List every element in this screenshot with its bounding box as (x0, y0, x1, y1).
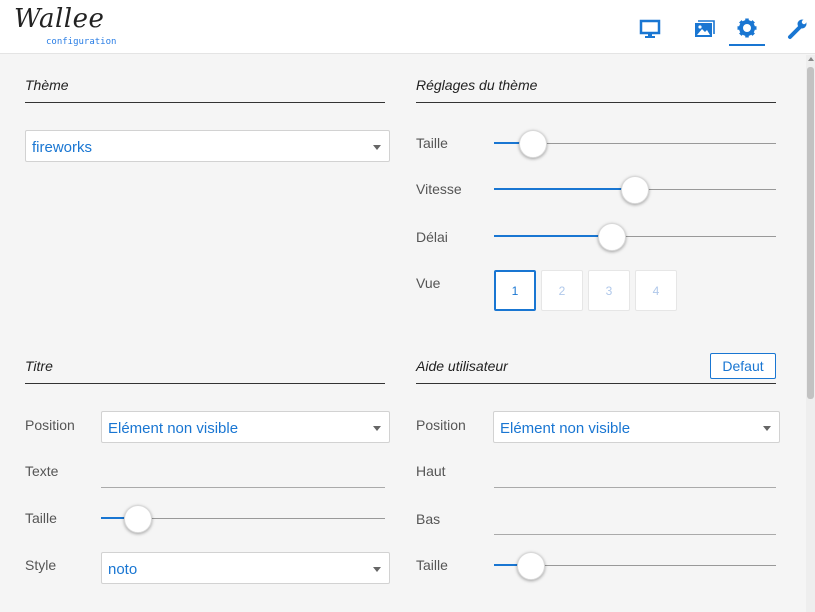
title-section-title: Titre (25, 358, 53, 374)
title-size-slider[interactable] (101, 504, 385, 534)
view-button-label: 4 (652, 283, 660, 298)
title-text-underline (101, 487, 385, 488)
user-help-top-input[interactable] (494, 461, 776, 485)
user-help-size-slider[interactable] (494, 551, 776, 581)
slider-fill (494, 188, 635, 190)
view-button-1[interactable]: 1 (494, 270, 536, 311)
slider-fill (494, 235, 612, 237)
user-help-bottom-input[interactable] (494, 509, 776, 533)
slider-thumb[interactable] (598, 223, 626, 251)
nav-images-button[interactable] (686, 12, 722, 46)
user-help-section-divider (416, 383, 776, 384)
chevron-down-icon (763, 426, 771, 431)
view-button-label: 3 (605, 283, 613, 298)
theme-select[interactable]: fireworks (25, 130, 390, 162)
title-size-label: Taille (25, 510, 57, 526)
user-help-top-label: Haut (416, 463, 446, 479)
theme-delay-label: Délai (416, 229, 448, 245)
nav-display-button[interactable] (632, 12, 668, 46)
theme-view-label: Vue (416, 275, 441, 291)
theme-section-title: Thème (25, 77, 69, 93)
view-button-4[interactable]: 4 (635, 270, 677, 311)
title-position-select[interactable]: Elément non visible (101, 411, 390, 443)
scrollbar-thumb[interactable] (807, 67, 814, 399)
theme-section-divider (25, 102, 385, 103)
theme-delay-slider[interactable] (494, 222, 776, 252)
slider-thumb[interactable] (621, 176, 649, 204)
gear-icon (737, 18, 757, 38)
wrench-icon (788, 19, 807, 39)
app-logo: Wallee (14, 4, 105, 34)
theme-settings-section-divider (416, 102, 776, 103)
title-style-value: noto (108, 561, 138, 578)
slider-thumb[interactable] (124, 505, 152, 533)
chevron-down-icon (373, 567, 381, 572)
view-button-label: 1 (511, 283, 519, 298)
view-button-3[interactable]: 3 (588, 270, 630, 311)
theme-settings-section-title: Réglages du thème (416, 77, 538, 93)
images-icon (695, 20, 715, 37)
app-logo-subtitle: configuration (46, 37, 117, 47)
title-position-label: Position (25, 417, 75, 433)
user-help-bottom-underline (494, 534, 776, 535)
view-button-2[interactable]: 2 (541, 270, 583, 311)
theme-size-slider[interactable] (494, 129, 776, 159)
title-position-value: Elément non visible (108, 420, 239, 437)
theme-speed-slider[interactable] (494, 175, 776, 205)
view-button-label: 2 (558, 283, 566, 298)
user-help-bottom-label: Bas (416, 511, 441, 527)
user-help-top-underline (494, 487, 776, 488)
user-help-size-label: Taille (416, 557, 448, 573)
title-text-input[interactable] (101, 461, 385, 485)
user-help-position-select[interactable]: Elément non visible (493, 411, 780, 443)
nav-settings-button[interactable] (729, 12, 765, 46)
user-help-position-value: Elément non visible (500, 420, 631, 437)
theme-size-label: Taille (416, 135, 448, 151)
scroll-up-icon[interactable] (808, 57, 814, 61)
vertical-scrollbar[interactable] (806, 55, 815, 612)
theme-speed-label: Vitesse (416, 181, 462, 197)
app-header: Wallee configuration (0, 0, 815, 54)
chevron-down-icon (373, 426, 381, 431)
title-section-divider (25, 383, 385, 384)
title-text-label: Texte (25, 463, 59, 479)
theme-select-value: fireworks (32, 139, 93, 156)
slider-thumb[interactable] (517, 552, 545, 580)
user-help-position-label: Position (416, 417, 466, 433)
title-style-label: Style (25, 557, 57, 573)
nav-tools-button[interactable] (782, 12, 812, 46)
monitor-icon (639, 19, 661, 38)
slider-thumb[interactable] (519, 130, 547, 158)
settings-content: Thème fireworks Réglages du thème Taille… (0, 55, 806, 612)
chevron-down-icon (373, 145, 381, 150)
user-help-section-title: Aide utilisateur (416, 358, 508, 374)
title-style-select[interactable]: noto (101, 552, 390, 584)
default-button[interactable]: Defaut (710, 353, 776, 379)
